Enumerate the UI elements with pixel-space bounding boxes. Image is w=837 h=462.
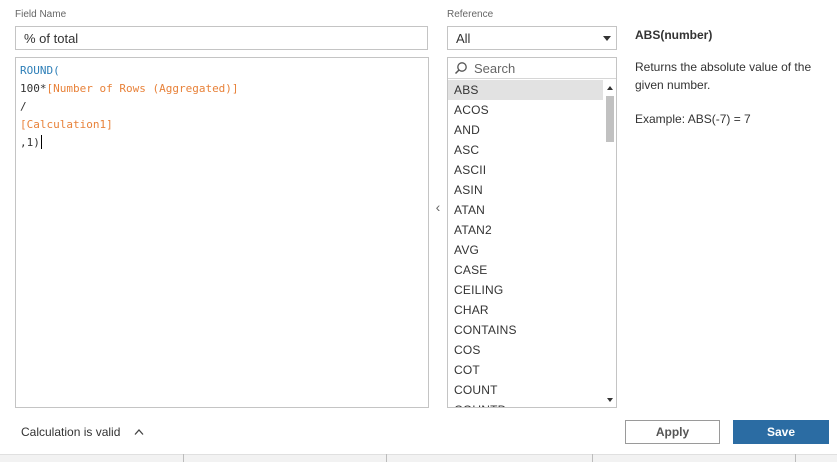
function-list-scrollbar[interactable] xyxy=(604,80,616,407)
function-list-item[interactable]: ASC xyxy=(448,140,603,160)
calculation-editor[interactable]: ROUND( 100*[Number of Rows (Aggregated)]… xyxy=(15,57,429,408)
function-help-title: ABS(number) xyxy=(635,28,713,42)
chevron-left-icon[interactable]: ‹ xyxy=(432,199,444,215)
function-list-item[interactable]: COUNTD xyxy=(448,400,603,407)
function-list-item[interactable]: ATAN2 xyxy=(448,220,603,240)
function-list-item[interactable]: COT xyxy=(448,360,603,380)
function-list-item[interactable]: AVG xyxy=(448,240,603,260)
code-text: 100* xyxy=(20,82,47,95)
reference-label: Reference xyxy=(447,9,494,20)
function-list-item[interactable]: CHAR xyxy=(448,300,603,320)
code-field-reference: [Number of Rows (Aggregated)] xyxy=(46,82,239,95)
function-list-item[interactable]: COUNT xyxy=(448,380,603,400)
function-list-item[interactable]: ABS xyxy=(448,80,603,100)
code-text: ,1) xyxy=(20,136,40,149)
scroll-down-icon[interactable] xyxy=(607,398,613,402)
divider xyxy=(795,454,796,462)
function-help-description: Returns the absolute value of the given … xyxy=(635,60,812,92)
code-line: [Calculation1] xyxy=(20,116,428,134)
code-line: ,1) xyxy=(20,134,428,152)
apply-button[interactable]: Apply xyxy=(625,420,720,444)
function-list: ABS ACOS AND ASC ASCII ASIN ATAN ATAN2 AVG CASE CE… xyxy=(448,80,603,407)
text-cursor xyxy=(40,135,42,149)
background-strip xyxy=(0,454,837,462)
chevron-up-icon[interactable] xyxy=(134,428,144,436)
divider xyxy=(592,454,593,462)
function-list-item[interactable]: AND xyxy=(448,120,603,140)
search-icon xyxy=(454,62,467,75)
code-function: ROUND( xyxy=(20,64,60,77)
reference-select[interactable]: All xyxy=(447,26,617,50)
chevron-down-icon xyxy=(603,36,611,41)
function-list-item[interactable]: ASIN xyxy=(448,180,603,200)
reference-select-value: All xyxy=(456,31,471,46)
code-field-reference: [Calculation1] xyxy=(20,118,113,131)
function-list-panel: ABSACOSANDASCASCIIASINATANATAN2AVGCASECE… xyxy=(447,57,617,408)
divider xyxy=(386,454,387,462)
function-list-item[interactable]: CASE xyxy=(448,260,603,280)
save-button[interactable]: Save xyxy=(733,420,829,444)
function-search-input[interactable] xyxy=(474,60,604,77)
code-line: 100*[Number of Rows (Aggregated)] xyxy=(20,80,428,98)
function-help-example: Example: ABS(-7) = 7 xyxy=(635,112,751,126)
validation-status[interactable]: Calculation is valid xyxy=(21,425,120,439)
function-list-item[interactable]: ASCII xyxy=(448,160,603,180)
scroll-up-icon[interactable] xyxy=(607,86,613,90)
function-list-item[interactable]: CONTAINS xyxy=(448,320,603,340)
function-list-item[interactable]: COS xyxy=(448,340,603,360)
code-operator: / xyxy=(20,100,27,113)
field-name-label: Field Name xyxy=(15,9,67,20)
function-list-item[interactable]: ATAN xyxy=(448,200,603,220)
code-line: ROUND( xyxy=(20,62,428,80)
divider xyxy=(183,454,184,462)
code-line: / xyxy=(20,98,428,116)
field-name-input[interactable]: % of total xyxy=(15,26,428,50)
function-list-item[interactable]: ACOS xyxy=(448,100,603,120)
function-list-item[interactable]: CEILING xyxy=(448,280,603,300)
function-search xyxy=(448,58,616,79)
scrollbar-thumb[interactable] xyxy=(606,96,614,142)
